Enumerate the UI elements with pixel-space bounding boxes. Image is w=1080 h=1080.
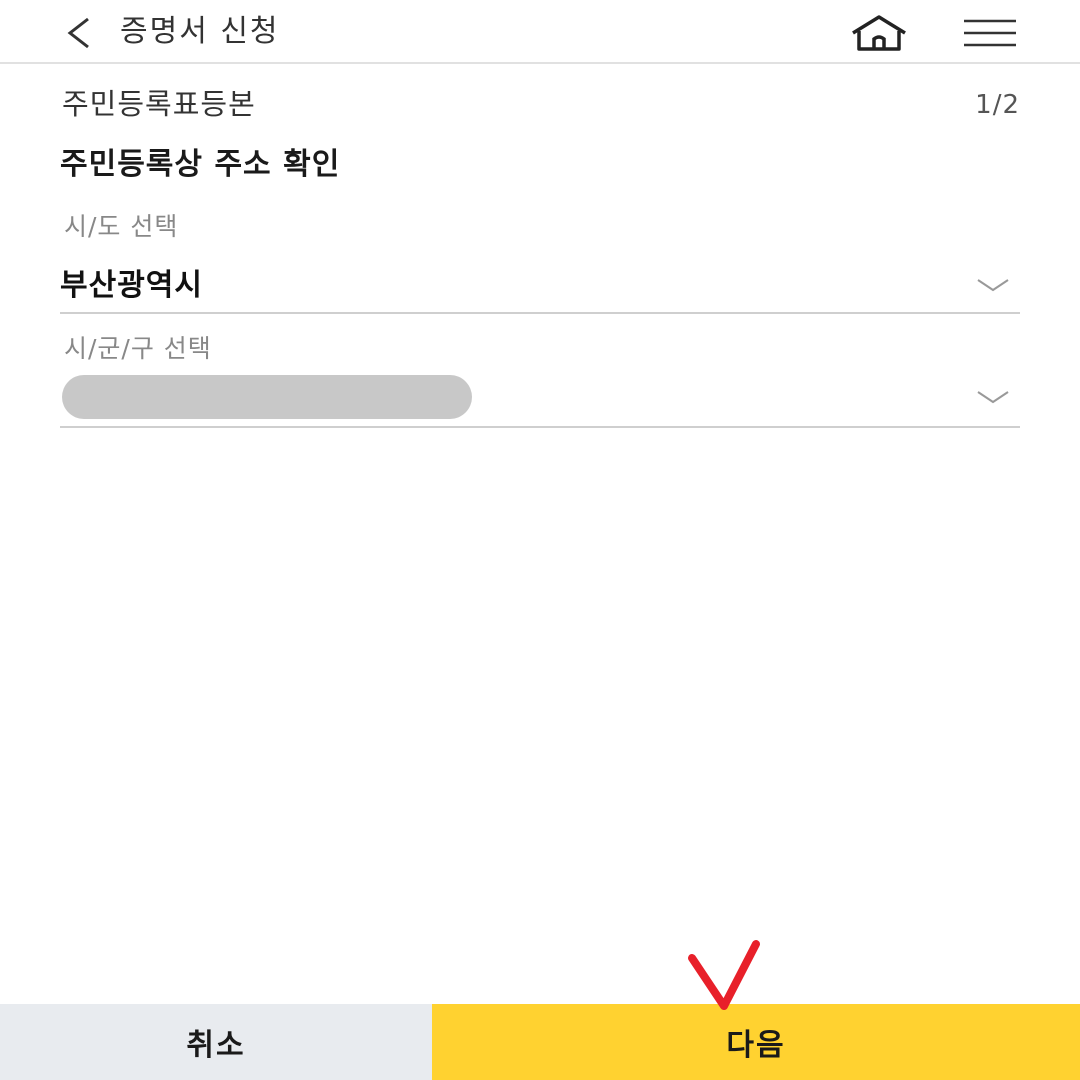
hamburger-menu-icon [964, 19, 1016, 47]
step-indicator: 1/2 [975, 90, 1020, 120]
menu-button[interactable] [958, 12, 1022, 54]
district-label: 시/군/구 선택 [64, 334, 212, 363]
province-value: 부산광역시 [60, 268, 203, 303]
bottom-action-bar: 취소 다음 [0, 1004, 1080, 1080]
district-select[interactable] [60, 372, 1020, 428]
chevron-down-icon [977, 391, 1009, 404]
back-button[interactable] [56, 10, 102, 56]
chevron-left-icon [67, 17, 89, 49]
cancel-button[interactable]: 취소 [0, 1004, 432, 1080]
province-select[interactable]: 부산광역시 [60, 258, 1020, 314]
province-label: 시/도 선택 [64, 212, 179, 241]
document-name: 주민등록표등본 [62, 87, 256, 121]
province-field: 시/도 선택 부산광역시 [60, 210, 1020, 314]
page-title: 증명서 신청 [120, 14, 280, 49]
next-button[interactable]: 다음 [432, 1004, 1080, 1080]
home-button[interactable] [846, 10, 912, 56]
section-title: 주민등록상 주소 확인 [60, 147, 341, 182]
chevron-down-icon [977, 279, 1009, 292]
screen: 증명서 신청 주민등록표등본 1/2 주민등록상 주소 확인 시/도 선택 부산… [0, 0, 1080, 1080]
checkmark-annotation-icon [688, 940, 760, 1010]
redacted-value [62, 375, 472, 419]
home-icon [852, 15, 906, 51]
top-app-bar: 증명서 신청 [0, 0, 1080, 64]
district-field: 시/군/구 선택 [60, 332, 1020, 428]
